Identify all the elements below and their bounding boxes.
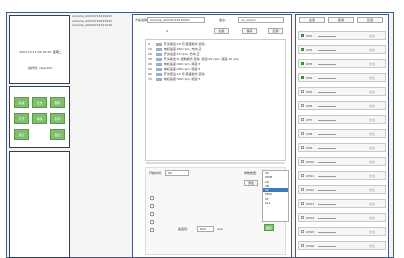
log-button[interactable]: 日志: [32, 97, 47, 108]
option-checkbox[interactable]: [150, 220, 154, 224]
system-button[interactable]: 系统: [14, 97, 29, 108]
add-button[interactable]: 添加: [244, 180, 258, 186]
log-row[interactable]: 60 开关量设:15 可,昼夜模式:自动: [148, 72, 205, 76]
checkbox-icon[interactable]: [301, 188, 304, 191]
checkbox-icon[interactable]: [301, 174, 304, 177]
channel-row[interactable]: CH15 未设: [298, 227, 386, 236]
checkbox-icon[interactable]: [301, 202, 304, 205]
note-input[interactable]: no_memo: [238, 17, 284, 23]
save-as-button[interactable]: 另存: [50, 113, 65, 124]
option-checkbox[interactable]: [150, 196, 154, 200]
blank-panel: [9, 151, 70, 258]
operator-label: 操作员: Operator: [28, 66, 53, 70]
help-button[interactable]: 帮助: [50, 97, 65, 108]
channel-row[interactable]: CH8 未设: [298, 129, 386, 138]
select-all-button[interactable]: 全选: [299, 17, 325, 23]
info-panel: 2022-10-11 09:18:35, 星期二 操作员: Operator: [9, 15, 70, 84]
app-window: 2022-10-11 09:18:35, 星期二 操作员: Operator 系…: [0, 0, 404, 258]
save-scheme-button[interactable]: 保存: [242, 28, 257, 34]
log-row[interactable]: 0 开关量设:18 可,昼夜模式:自动: [148, 42, 205, 46]
channel-row[interactable]: CH5 未设: [298, 87, 386, 96]
note-label: 备注:: [219, 18, 227, 22]
channel-row[interactable]: CH16 未设: [298, 241, 386, 250]
datetime-label: 2022-10-11 09:18:35, 星期二: [19, 50, 62, 54]
log-row[interactable]: 20 开关速度:10 rpm, 方向:正: [148, 52, 200, 56]
confirm-button[interactable]: 确定: [264, 224, 274, 231]
checkbox-icon[interactable]: [301, 118, 304, 121]
checkbox-icon[interactable]: [301, 48, 304, 51]
checkbox-icon[interactable]: [301, 132, 304, 135]
checkbox-icon[interactable]: [301, 230, 304, 233]
param-option[interactable]: ALL: [263, 201, 288, 205]
log-scrollbar[interactable]: [146, 162, 285, 164]
checkbox-icon[interactable]: [301, 216, 304, 219]
channel-row[interactable]: CH13 未设: [298, 199, 386, 208]
log-row[interactable]: 40 电机速度:300 rpm, 频道:5: [148, 62, 200, 66]
log-row[interactable]: 70 电机速度:300 rpm, 频道:5: [148, 77, 200, 81]
channel-row[interactable]: CH3 未设: [298, 59, 386, 68]
checkbox-icon[interactable]: [301, 160, 304, 163]
scheme-select[interactable]: scheme_20220718110021: [147, 17, 205, 23]
step-counter: 0: [166, 29, 168, 33]
checkbox-icon[interactable]: [301, 76, 304, 79]
checkbox-icon[interactable]: [301, 104, 304, 107]
option-checkbox[interactable]: [150, 204, 154, 208]
speed-input[interactable]: 800: [197, 226, 214, 232]
channel-row[interactable]: CH6 未设: [298, 101, 386, 110]
checkbox-icon[interactable]: [301, 34, 304, 37]
file-list: scheme_20220718110021 scheme_20220718133…: [72, 14, 130, 44]
channel-row[interactable]: CH14 未设: [298, 213, 386, 222]
file-item[interactable]: scheme_20220722121416: [72, 23, 130, 28]
step-log[interactable]: 0 开关量设:18 可,昼夜模式:自动 10 电机速度:250 rpm, 方向:正 …: [145, 39, 286, 161]
deselect-button[interactable]: 取消: [328, 17, 354, 23]
log-row[interactable]: 30 开关输出:8, 控制模式:自动, 频道:20 rpm, 频道:10 rpm: [148, 57, 239, 61]
channel-row[interactable]: CH9 未设: [298, 143, 386, 152]
speed-label: 速度值:: [178, 227, 189, 231]
open-button[interactable]: 打开: [14, 113, 29, 124]
checkbox-icon[interactable]: [301, 244, 304, 247]
checkbox-icon[interactable]: [301, 62, 304, 65]
start-time-label: 开始时间:: [149, 171, 163, 175]
log-row[interactable]: 50 电机速度:200 rpm, 频道:5: [148, 67, 200, 71]
checkbox-icon[interactable]: [301, 90, 304, 93]
channel-row[interactable]: CH10 未设: [298, 157, 386, 166]
function-panel: 系统 日志 帮助 打开 保存 另存 运行 退出: [9, 86, 70, 148]
option-checkbox[interactable]: [150, 212, 154, 216]
channel-row[interactable]: CH12 未设: [298, 185, 386, 194]
invert-button[interactable]: 反选: [357, 17, 383, 23]
save-button[interactable]: 保存: [32, 113, 47, 124]
channel-row[interactable]: CH11 未设: [298, 171, 386, 180]
checkbox-icon[interactable]: [301, 146, 304, 149]
channel-row[interactable]: CH4 未设: [298, 73, 386, 82]
channel-row[interactable]: CH1 未设: [298, 31, 386, 40]
channel-row[interactable]: CH2 未设: [298, 45, 386, 54]
apply-button[interactable]: 应用: [268, 28, 283, 34]
param-type-list[interactable]: SP PWM LR AN SP PDIO AF ALL: [262, 170, 289, 222]
run-button[interactable]: 运行: [14, 129, 29, 140]
param-type-label: 参数类型:: [244, 171, 258, 175]
load-button[interactable]: 加载: [214, 28, 229, 34]
channel-row[interactable]: CH7 未设: [298, 115, 386, 124]
speed-unit: rpm: [217, 227, 224, 231]
log-row[interactable]: 10 电机速度:250 rpm, 方向:正: [148, 47, 202, 51]
exit-button[interactable]: 退出: [50, 129, 65, 140]
option-checkbox[interactable]: [150, 228, 154, 232]
start-time-input[interactable]: 60: [165, 170, 189, 176]
